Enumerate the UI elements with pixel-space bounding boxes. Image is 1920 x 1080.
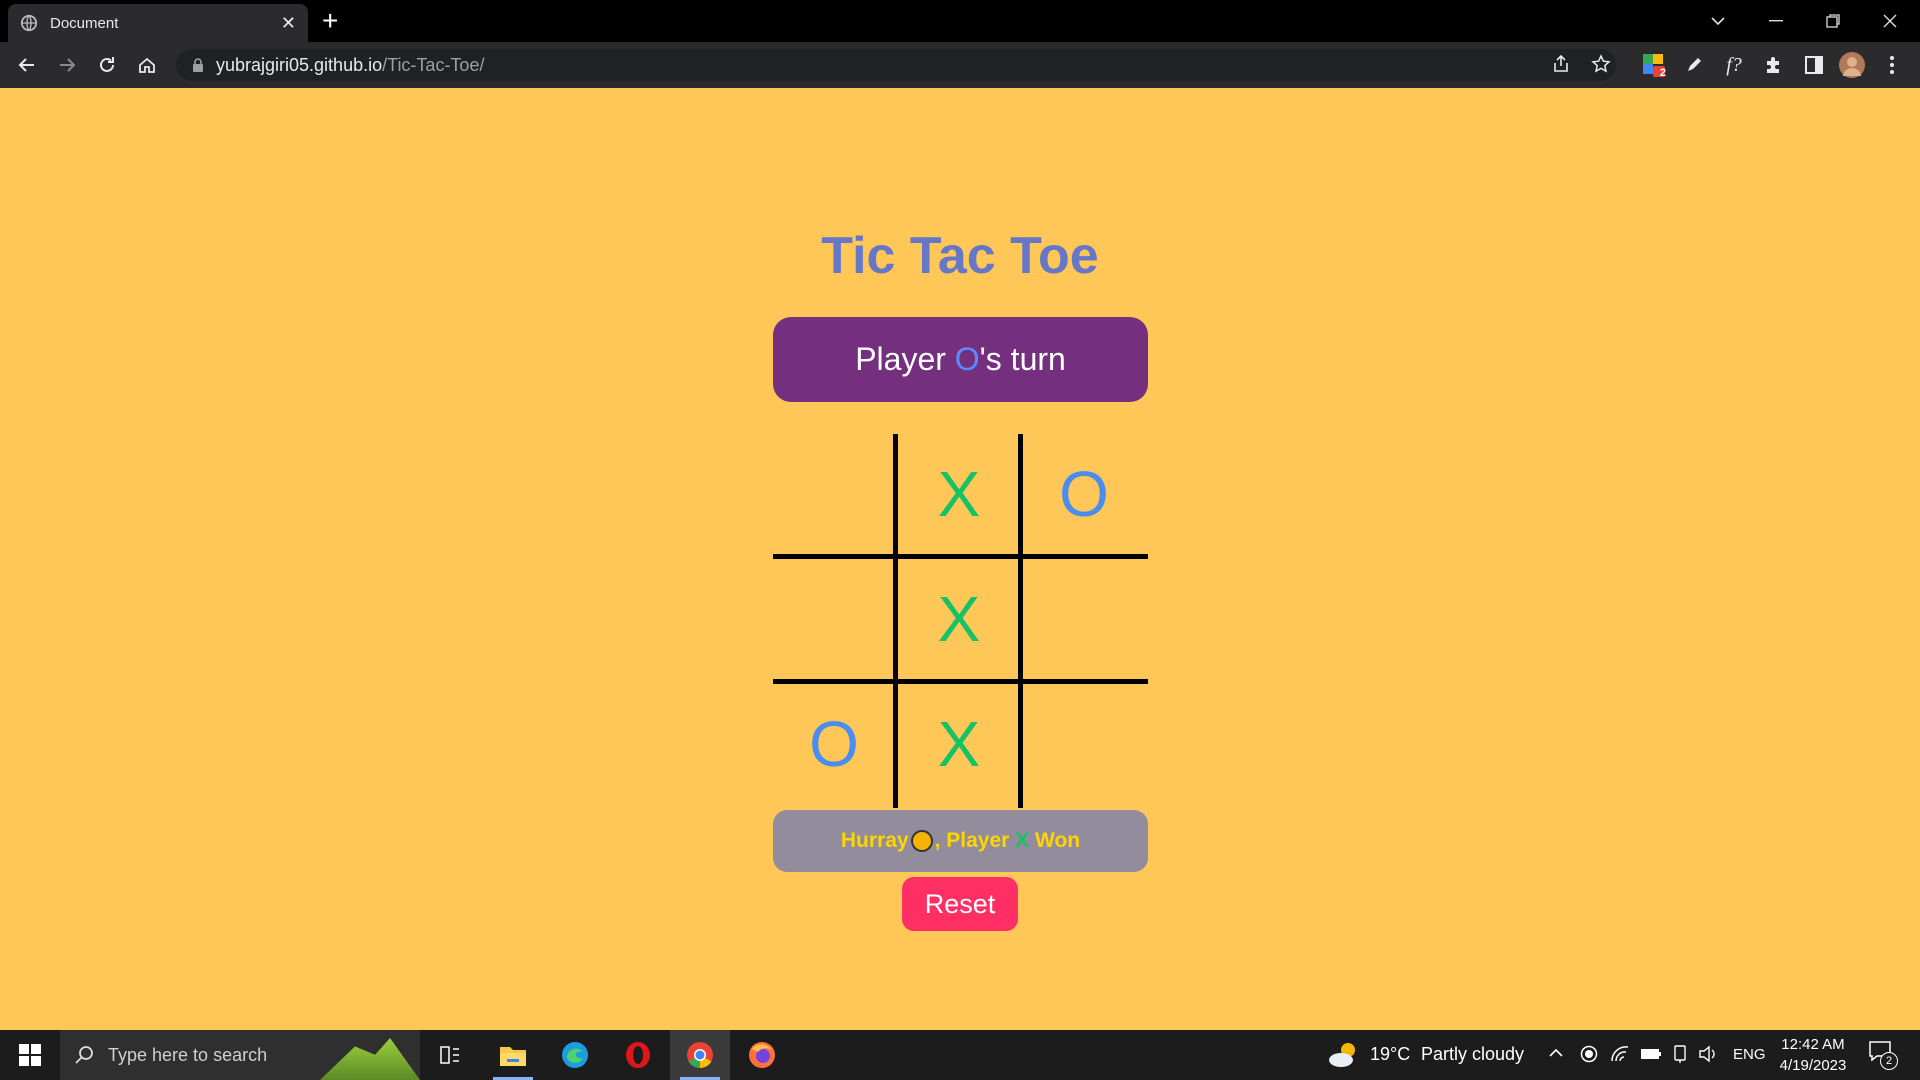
- board-cell-3[interactable]: O: [1023, 434, 1145, 554]
- notification-count: 2: [1880, 1052, 1898, 1070]
- volume-icon[interactable]: [1698, 1045, 1718, 1063]
- clock-time: 12:42 AM: [1781, 1036, 1845, 1053]
- address-bar[interactable]: yubrajgiri05.github.io /Tic-Tac-Toe/: [176, 49, 1616, 81]
- globe-icon: [20, 14, 38, 32]
- board-cell-9[interactable]: [1023, 684, 1145, 804]
- search-highlight-art: [320, 1038, 420, 1080]
- wifi-icon[interactable]: [1610, 1045, 1630, 1063]
- avatar[interactable]: [1838, 51, 1866, 79]
- reset-button[interactable]: Reset: [902, 877, 1018, 931]
- menu-kebab-icon[interactable]: [1878, 51, 1906, 79]
- board-cell-4[interactable]: [773, 559, 895, 679]
- winner-mid: , Player: [934, 829, 1016, 852]
- windows-logo-icon: [19, 1044, 41, 1066]
- language-indicator[interactable]: ENG: [1733, 1046, 1766, 1063]
- board-cell-2[interactable]: X: [898, 434, 1020, 554]
- board-cell-5[interactable]: X: [898, 559, 1020, 679]
- search-placeholder: Type here to search: [108, 1044, 268, 1065]
- page-title: Tic Tac Toe: [821, 227, 1099, 285]
- board-cell-6[interactable]: [1023, 559, 1145, 679]
- reload-button[interactable]: [92, 50, 122, 80]
- weather-partly-cloudy-icon[interactable]: [1328, 1040, 1362, 1070]
- url-path: /Tic-Tac-Toe/: [382, 54, 485, 75]
- tab-title: Document: [50, 14, 119, 32]
- winner-prefix: Hurray: [840, 829, 909, 852]
- close-window-button[interactable]: [1862, 0, 1918, 42]
- pen-icon[interactable]: [1680, 51, 1708, 79]
- board-cell-7[interactable]: O: [773, 684, 895, 804]
- extension-badge-count: 2: [1659, 67, 1666, 79]
- url-host: yubrajgiri05.github.io: [216, 54, 383, 75]
- system-clock[interactable]: 12:42 AM 4/19/2023: [1770, 1034, 1856, 1076]
- side-panel-icon[interactable]: [1800, 51, 1828, 79]
- game-board: X O X O X: [773, 434, 1148, 808]
- tab-close-icon[interactable]: ✕: [281, 13, 296, 34]
- turn-indicator: Player O's turn: [773, 317, 1148, 402]
- opera-browser-icon[interactable]: [608, 1030, 668, 1080]
- firefox-browser-icon[interactable]: [732, 1030, 792, 1080]
- extension-badge-icon[interactable]: 2: [1640, 51, 1668, 79]
- browser-toolbar: yubrajgiri05.github.io /Tic-Tac-Toe/ 2 f…: [0, 42, 1920, 89]
- turn-prefix: Player: [855, 341, 955, 377]
- winner-suffix: Won: [1029, 829, 1081, 852]
- notification-center-button[interactable]: 2: [1868, 1040, 1898, 1070]
- minimize-button[interactable]: [1748, 0, 1804, 42]
- lock-icon[interactable]: [192, 58, 204, 72]
- home-button[interactable]: [132, 50, 162, 80]
- forward-button[interactable]: [52, 50, 82, 80]
- weather-temperature[interactable]: 19°C: [1370, 1044, 1410, 1065]
- share-icon[interactable]: [1545, 48, 1577, 80]
- new-tab-button[interactable]: +: [322, 6, 338, 36]
- taskbar: Type here to search 19°C Partly cloudy E…: [0, 1030, 1920, 1080]
- winner-message: Hurray , Player X Won: [773, 810, 1148, 872]
- board-cell-8[interactable]: X: [898, 684, 1020, 804]
- board-cell-1[interactable]: [773, 434, 895, 554]
- clock-date: 4/19/2023: [1779, 1057, 1847, 1074]
- file-explorer-icon[interactable]: [483, 1030, 543, 1080]
- weather-description[interactable]: Partly cloudy: [1421, 1044, 1524, 1065]
- usb-device-icon[interactable]: [1672, 1045, 1688, 1063]
- chrome-browser-icon[interactable]: [670, 1030, 730, 1080]
- extensions-puzzle-icon[interactable]: [1760, 51, 1788, 79]
- edge-browser-icon[interactable]: [545, 1030, 605, 1080]
- battery-icon[interactable]: [1640, 1048, 1662, 1060]
- chevron-up-icon[interactable]: [1548, 1048, 1564, 1058]
- back-button[interactable]: [12, 50, 42, 80]
- turn-symbol: O: [954, 341, 980, 377]
- page-viewport: Tic Tac Toe Player O's turn X O X O X Hu…: [0, 88, 1920, 1030]
- party-face-emoji-icon: [910, 830, 933, 852]
- bookmark-star-icon[interactable]: [1585, 48, 1617, 80]
- tab-search-icon[interactable]: [1690, 0, 1746, 42]
- windows-start-button[interactable]: [0, 1030, 60, 1080]
- turn-suffix: 's turn: [979, 341, 1066, 377]
- search-icon: [75, 1046, 93, 1064]
- browser-tab[interactable]: Document ✕: [8, 4, 308, 42]
- taskbar-search-box[interactable]: Type here to search: [60, 1030, 420, 1080]
- record-icon[interactable]: [1580, 1045, 1598, 1063]
- task-view-icon[interactable]: [420, 1030, 480, 1080]
- tab-strip: Document ✕ +: [0, 0, 1920, 42]
- formula-icon[interactable]: f?: [1720, 51, 1748, 79]
- restore-button[interactable]: [1805, 0, 1861, 42]
- winner-symbol: X: [1015, 829, 1030, 852]
